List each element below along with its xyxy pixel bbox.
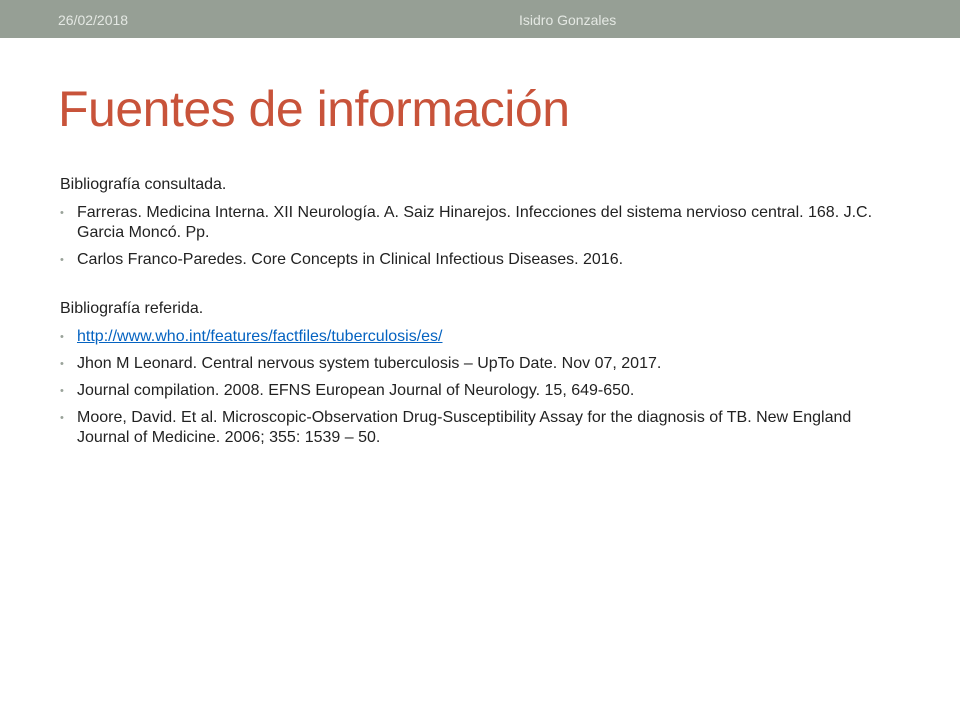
reference-text: Carlos Franco-Paredes. Core Concepts in … [77,251,624,268]
section-heading-referred: Bibliografía referida. [60,300,204,317]
list-item: • Jhon M Leonard. Central nervous system… [60,354,900,374]
bullet-icon: • [60,207,64,219]
slide-content: Bibliografía consultada. • Farreras. Med… [60,175,900,455]
reference-text: Farreras. Medicina Interna. XII Neurolog… [77,204,873,241]
bullet-icon: • [60,331,64,343]
slide: 26/02/2018 Isidro Gonzales Fuentes de in… [0,0,960,720]
reference-text: Moore, David. Et al. Microscopic-Observa… [77,409,852,446]
bullet-icon: • [60,412,64,424]
list-item: • http://www.who.int/features/factfiles/… [60,327,900,347]
header-date: 26/02/2018 [58,12,129,28]
page-title: Fuentes de información [58,81,570,137]
list-item: • Farreras. Medicina Interna. XII Neurol… [60,203,900,243]
header-author: Isidro Gonzales [519,12,617,28]
reference-text: Journal compilation. 2008. EFNS European… [77,382,635,399]
list-item: • Carlos Franco-Paredes. Core Concepts i… [60,250,900,270]
reference-list-referred: • http://www.who.int/features/factfiles/… [60,327,900,448]
who-link[interactable]: http://www.who.int/features/factfiles/tu… [77,328,443,345]
header-bar: 26/02/2018 Isidro Gonzales [0,0,960,38]
bullet-icon: • [60,254,64,266]
list-item: • Moore, David. Et al. Microscopic-Obser… [60,408,900,448]
list-item: • Journal compilation. 2008. EFNS Europe… [60,381,900,401]
section-heading-consulted: Bibliografía consultada. [60,176,227,193]
reference-text: Jhon M Leonard. Central nervous system t… [77,355,662,372]
bullet-icon: • [60,385,64,397]
reference-list-consulted: • Farreras. Medicina Interna. XII Neurol… [60,203,900,270]
bullet-icon: • [60,358,64,370]
